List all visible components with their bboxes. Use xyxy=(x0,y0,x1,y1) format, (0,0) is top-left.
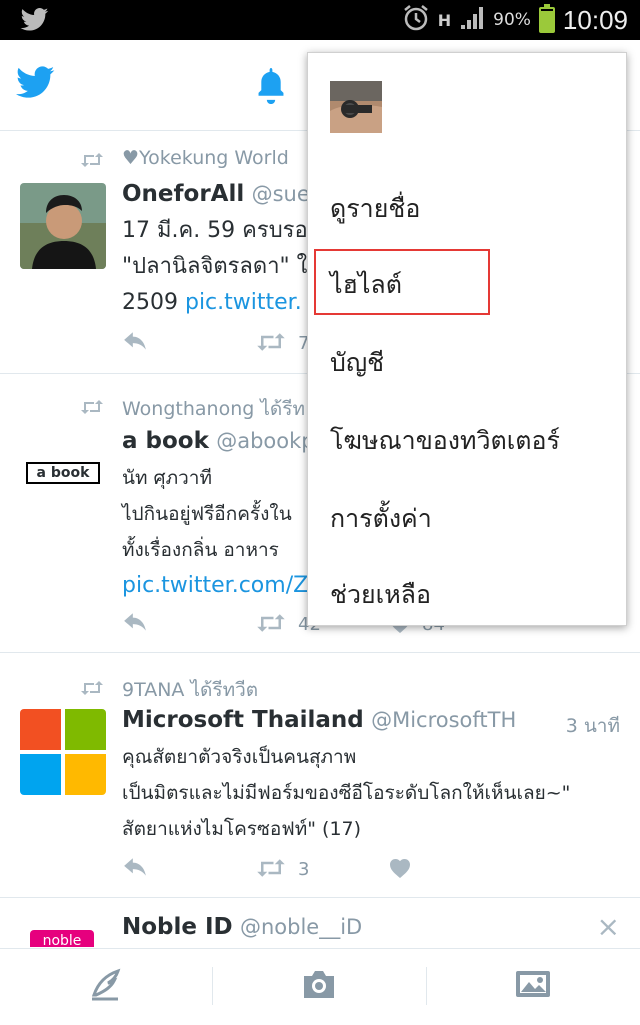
camera-icon[interactable] xyxy=(300,967,338,1005)
account-avatar[interactable] xyxy=(330,81,382,133)
avatar[interactable]: noble xyxy=(20,918,106,947)
retweet-small-icon xyxy=(80,398,104,420)
status-bar: H 90% 10:09 xyxy=(0,0,640,40)
author-name[interactable]: OneforAll xyxy=(122,181,244,207)
tweet-line: ทั้งเรื่องกลิ่น อาหาร xyxy=(122,539,279,561)
tweet-link[interactable]: pic.twitter.com/Z xyxy=(122,573,308,598)
retweet-small-icon xyxy=(80,679,104,701)
twitter-bird-icon[interactable] xyxy=(16,66,56,104)
clock: 10:09 xyxy=(562,4,628,35)
twitter-notification-icon xyxy=(20,8,50,36)
tweet[interactable]: noble Noble ID @noble__iD × xyxy=(0,898,640,947)
gallery-icon[interactable] xyxy=(514,967,552,1005)
microsoft-logo xyxy=(20,709,106,795)
social-context: ♥Yokekung World xyxy=(122,147,289,169)
tweet-text: คุณสัตยาตัวจริงเป็นคนสุภาพ เป็นมิตรและไม… xyxy=(122,739,570,847)
tweet-text: นัท ศุภวาที ไปกินอยู่ฟรีอีกครั้งใน ทั้งเ… xyxy=(122,460,308,604)
tweet-time: 3 นาที xyxy=(565,715,620,737)
tweet[interactable]: 9TANA ได้รีทวีต Microsoft Thailand @Micr… xyxy=(0,653,640,898)
toolbar-divider xyxy=(426,967,427,1005)
author-handle[interactable]: @noble__iD xyxy=(240,915,362,939)
logo-text: a book xyxy=(36,465,90,481)
reply-icon[interactable] xyxy=(122,857,148,883)
avatar[interactable] xyxy=(20,709,106,795)
toolbar-divider xyxy=(212,967,213,1005)
tweet-line: นัท ศุภวาที xyxy=(122,467,212,489)
compose-tweet-icon[interactable] xyxy=(88,967,124,1007)
battery-level-fill xyxy=(540,11,553,31)
social-context-text: Wongthanong ได้รีท xyxy=(122,398,305,420)
network-type-label: H xyxy=(437,10,452,30)
heart-icon[interactable] xyxy=(388,857,412,883)
tweet-line: 2509 xyxy=(122,290,185,315)
tweet-line: คุณสัตยาตัวจริงเป็นคนสุภาพ xyxy=(122,746,357,768)
author-handle[interactable]: @MicrosoftTH xyxy=(371,708,516,732)
noble-logo: noble xyxy=(30,930,94,947)
tweet-line: "ปลานิลจิตรลดา" ให้ xyxy=(122,254,322,279)
battery-percent: 90% xyxy=(493,10,531,30)
battery-icon xyxy=(538,4,555,33)
overflow-menu: ดูรายชื่อ ไฮไลต์ บัญชี โฆษณาของทวิตเตอร์… xyxy=(307,52,627,626)
signal-icon xyxy=(459,5,485,35)
social-context-text: Yokekung World xyxy=(139,147,289,169)
avatar[interactable]: a book xyxy=(20,430,106,516)
menu-item-settings[interactable]: การตั้งค่า xyxy=(330,499,432,539)
tweet-header: OneforAll @suebs xyxy=(122,181,334,207)
author-name[interactable]: Noble ID xyxy=(122,914,233,940)
tweet-line: ไปกินอยู่ฟรีอีกครั้งใน xyxy=(122,503,292,525)
tweet-text: 17 มี.ค. 59 ครบรอบ "ปลานิลจิตรลดา" ให้ 2… xyxy=(122,213,322,321)
retweet-small-icon xyxy=(80,151,104,173)
avatar[interactable] xyxy=(20,183,106,269)
menu-item-account[interactable]: บัญชี xyxy=(330,343,384,383)
bottom-toolbar xyxy=(0,948,640,1025)
menu-item-lists[interactable]: ดูรายชื่อ xyxy=(330,189,420,229)
reply-icon[interactable] xyxy=(122,331,148,357)
heart-small-icon: ♥ xyxy=(122,147,140,169)
tweet-line: 17 มี.ค. 59 ครบรอบ xyxy=(122,218,322,243)
dismiss-icon[interactable]: × xyxy=(597,910,620,943)
menu-item-twitter-ads[interactable]: โฆษณาของทวิตเตอร์ xyxy=(330,421,560,461)
author-name[interactable]: a book xyxy=(122,428,209,454)
logo-text: noble xyxy=(42,933,82,947)
bell-icon[interactable] xyxy=(254,68,288,108)
retweet-icon[interactable] xyxy=(256,857,286,883)
tweet-line: เป็นมิตรและไม่มีฟอร์มของซีอีโอระดับโลกให… xyxy=(122,782,571,804)
reply-icon[interactable] xyxy=(122,612,148,638)
tweet-header: Microsoft Thailand @MicrosoftTH xyxy=(122,707,516,733)
alarm-icon xyxy=(402,4,430,36)
tweet-header: Noble ID @noble__iD xyxy=(122,914,362,940)
abook-logo: a book xyxy=(26,462,100,484)
menu-item-help[interactable]: ช่วยเหลือ xyxy=(330,575,431,615)
retweet-icon[interactable] xyxy=(256,331,286,357)
tweet-link[interactable]: pic.twitter. xyxy=(185,290,302,315)
retweet-count: 3 xyxy=(298,859,310,880)
social-context-text: 9TANA ได้รีทวีต xyxy=(122,679,259,701)
tweet-line: สัตยาแห่งไมโครซอฟท์" (17) xyxy=(122,818,362,840)
retweet-icon[interactable] xyxy=(256,612,286,638)
highlight-annotation-box xyxy=(314,249,490,315)
author-name[interactable]: Microsoft Thailand xyxy=(122,707,364,733)
tweet-header: a book @abookpu xyxy=(122,428,328,454)
